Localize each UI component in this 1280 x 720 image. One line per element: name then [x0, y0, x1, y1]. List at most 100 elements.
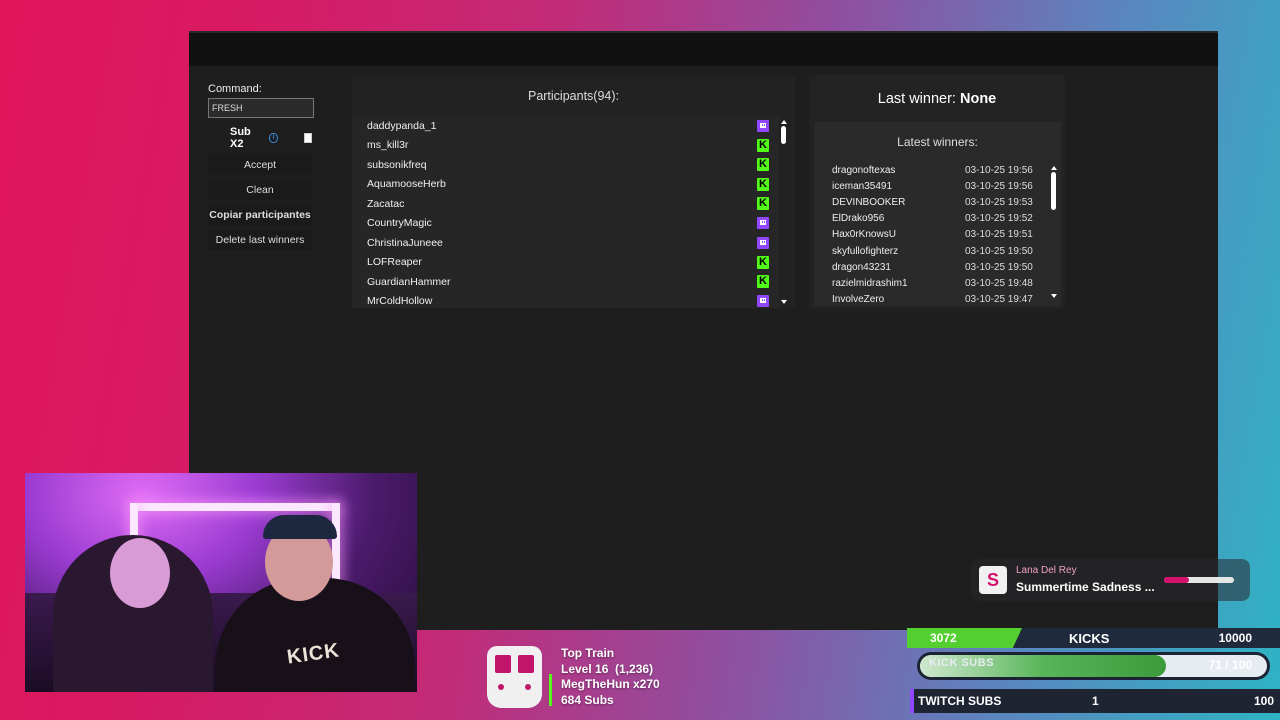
participant-name: LOFReaper	[367, 256, 422, 269]
info-icon[interactable]: i	[269, 133, 278, 143]
participant-row[interactable]: ms_kill3r K	[352, 136, 779, 156]
winner-name: InvolveZero	[832, 294, 885, 302]
kicks-goal-fill	[907, 628, 1022, 648]
last-winner-label: Last winner:	[877, 91, 956, 107]
kick-icon: K	[757, 158, 769, 172]
music-app-icon: S	[979, 566, 1007, 594]
kick-icon: K	[757, 255, 769, 269]
copy-participants-button[interactable]: Copiar participantes	[208, 205, 312, 225]
kick-subs-goal-bar: KICK SUBS 71 / 100	[917, 652, 1270, 680]
kick-subs-value: 71 / 100	[1208, 658, 1252, 672]
train-title: Top Train	[561, 646, 615, 660]
delete-last-winners-button[interactable]: Delete last winners	[208, 230, 312, 250]
twitch-subs-label: TWITCH SUBS	[918, 694, 1002, 708]
scroll-up-arrow-icon[interactable]	[1051, 166, 1057, 170]
twitch-subs-max: 100	[1253, 694, 1274, 708]
scroll-down-arrow-icon[interactable]	[781, 300, 787, 304]
kicks-current: 3072	[930, 631, 957, 645]
control-panel: Command: Sub X2 i Accept Clean Copiar pa…	[208, 83, 314, 250]
neon-light	[130, 503, 340, 511]
participant-name: MrColdHollow	[367, 295, 433, 308]
winners-scrollbar[interactable]	[1050, 162, 1058, 302]
last-winner-heading: Last winner: None	[809, 91, 1065, 107]
latest-winners-box: Latest winners: dragonoftexas 03-10-25 19…	[814, 122, 1061, 306]
participant-row[interactable]: ChristinaJuneee	[352, 233, 779, 253]
participants-list[interactable]: daddypanda_1 ms_kill3r Ksubsonikfreq K Aquam…	[352, 116, 779, 308]
kick-icon: K	[757, 177, 769, 191]
twitch-icon	[757, 119, 769, 132]
participants-scrollbar[interactable]	[780, 116, 788, 308]
kicks-label: KICKS	[1069, 631, 1110, 646]
participant-row[interactable]: MrColdHollow	[352, 292, 779, 309]
winner-time: 03-10-25 19:53	[965, 196, 1033, 208]
kick-icon: K	[757, 138, 769, 152]
kicks-max: 10000	[1218, 631, 1252, 645]
train-user: MegTheHun x270	[561, 677, 660, 691]
winner-name: dragonoftexas	[832, 164, 896, 176]
song-artist: Lana Del Rey	[1016, 565, 1077, 576]
participant-name: AquamooseHerb	[367, 178, 446, 191]
winner-name: razielmidrashim1	[832, 277, 908, 289]
latest-winners-title: Latest winners:	[897, 135, 978, 149]
song-progress-bar	[1164, 577, 1234, 583]
now-playing-widget: S Lana Del Rey Summertime Sadness ...	[971, 559, 1250, 601]
winner-row: InvolveZero 03-10-25 19:47	[814, 292, 1046, 302]
winner-row: razielmidrashim1 03-10-25 19:48	[814, 275, 1046, 291]
winner-time: 03-10-25 19:56	[965, 164, 1033, 176]
winner-time: 03-10-25 19:51	[965, 229, 1033, 241]
train-icon	[487, 646, 542, 708]
winner-name: dragon43231	[832, 261, 891, 273]
streamer-left-head	[110, 538, 170, 608]
latest-winners-list[interactable]: dragonoftexas 03-10-25 19:56 iceman35491 03…	[814, 162, 1046, 302]
winner-time: 03-10-25 19:50	[965, 245, 1033, 257]
sub-x2-row: Sub X2 i	[208, 126, 312, 150]
train-accent-bar	[549, 674, 552, 706]
participant-row[interactable]: AquamooseHerb K	[352, 175, 779, 195]
webcam-feed: KICK	[25, 473, 417, 692]
streamer-cap	[263, 515, 337, 539]
winner-name: iceman35491	[832, 180, 893, 192]
scroll-thumb[interactable]	[781, 126, 786, 144]
twitch-icon	[757, 236, 769, 249]
winner-time: 03-10-25 19:52	[965, 213, 1033, 225]
last-winner-value: None	[959, 91, 997, 107]
participant-row[interactable]: subsonikfreq K	[352, 155, 779, 175]
participant-row[interactable]: CountryMagic	[352, 214, 779, 234]
winner-row: iceman35491 03-10-25 19:56	[814, 178, 1046, 194]
goals-widget: 3072 KICKS 10000 KICK SUBS 71 / 100 TWIT…	[907, 628, 1280, 720]
sub-x2-label: Sub X2	[230, 126, 251, 150]
participants-title: Participants(94):	[527, 89, 619, 103]
participant-name: GuardianHammer	[367, 275, 451, 288]
participant-name: Zacatac	[367, 197, 405, 210]
clean-button[interactable]: Clean	[208, 180, 312, 200]
winner-name: ElDrako956	[832, 213, 885, 225]
participant-row[interactable]: Zacatac K	[352, 194, 779, 214]
participant-name: daddypanda_1	[367, 119, 437, 132]
twitch-subs-current: 1	[1092, 694, 1099, 708]
participant-row[interactable]: LOFReaper K	[352, 253, 779, 273]
winner-row: DEVINBOOKER 03-10-25 19:53	[814, 194, 1046, 210]
song-title: Summertime Sadness ...	[1016, 580, 1155, 594]
command-input[interactable]	[208, 98, 314, 118]
twitch-icon	[757, 295, 769, 308]
kicks-goal-bar: 3072 KICKS 10000	[907, 628, 1280, 648]
participants-panel: Participants(94): daddypanda_1 ms_kill3r K…	[352, 75, 795, 309]
winner-row: skyfullofighterz 03-10-25 19:50	[814, 243, 1046, 259]
scroll-down-arrow-icon[interactable]	[1051, 294, 1057, 298]
winner-row: ElDrako956 03-10-25 19:52	[814, 211, 1046, 227]
winner-time: 03-10-25 19:56	[965, 180, 1033, 192]
participant-name: subsonikfreq	[367, 158, 427, 171]
scroll-up-arrow-icon[interactable]	[781, 120, 787, 124]
winner-row: dragonoftexas 03-10-25 19:56	[814, 162, 1046, 178]
participant-name: ms_kill3r	[367, 139, 409, 152]
scroll-thumb[interactable]	[1051, 172, 1056, 210]
train-level-row: Level 16 (1,236)	[561, 662, 660, 678]
accept-button[interactable]: Accept	[208, 155, 312, 175]
participant-row[interactable]: GuardianHammer K	[352, 272, 779, 292]
winner-name: DEVINBOOKER	[832, 196, 906, 208]
winner-time: 03-10-25 19:48	[965, 277, 1033, 289]
participant-row[interactable]: daddypanda_1	[352, 116, 779, 136]
kick-icon: K	[757, 197, 769, 211]
sub-x2-checkbox[interactable]	[303, 133, 312, 143]
kick-subs-label: KICK SUBS	[929, 657, 995, 669]
